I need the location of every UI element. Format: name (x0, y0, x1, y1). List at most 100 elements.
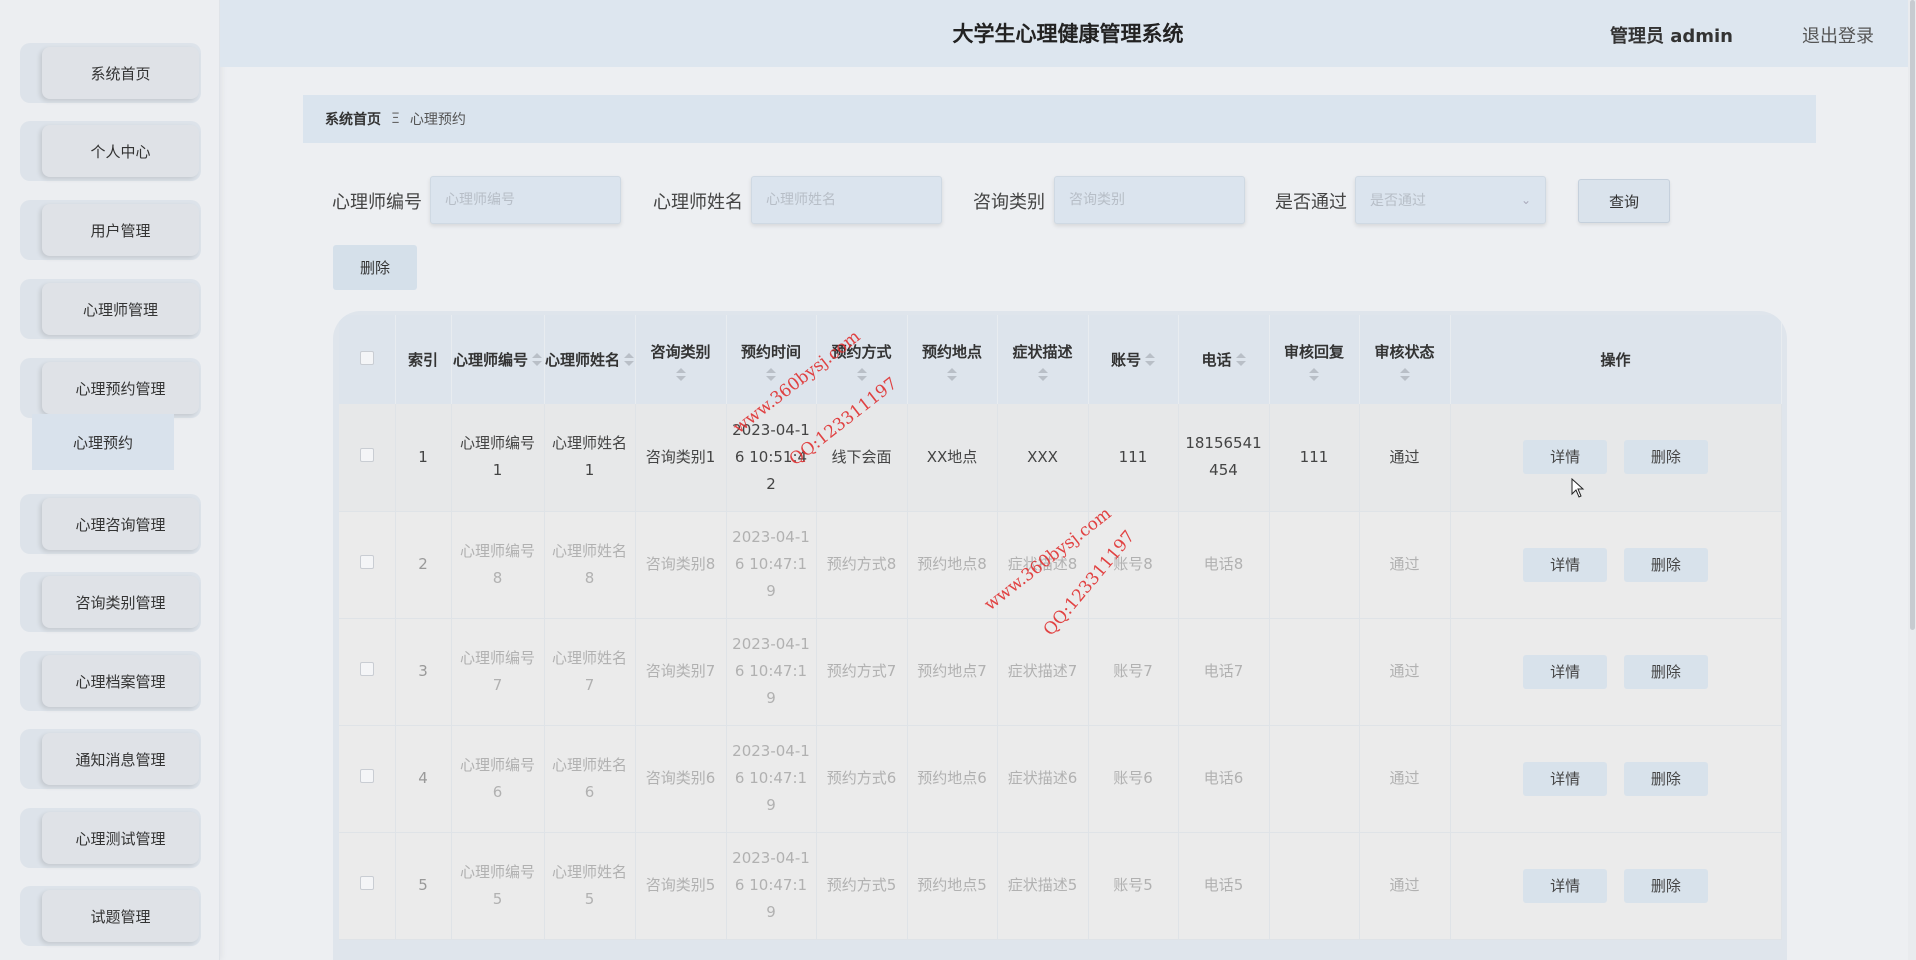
mouse-cursor-icon (1571, 478, 1585, 498)
cell-reply (1269, 618, 1360, 726)
cell-index: 3 (395, 618, 452, 726)
cell-phone: 电话5 (1178, 832, 1270, 940)
select-all-checkbox[interactable] (359, 350, 374, 365)
detail-button[interactable]: 详情 (1523, 654, 1608, 689)
appointment-table: 索引 心理师编号 心理师姓名 咨询类别 预约时间 预约方式 预约地点 症状描述 … (333, 311, 1787, 960)
sidebar-item-label: 咨询类别管理 (42, 576, 199, 628)
delete-button[interactable]: 删除 (1623, 440, 1708, 475)
sidebar-item-question-management[interactable]: 试题管理 (20, 886, 201, 946)
detail-button[interactable]: 详情 (1523, 868, 1608, 903)
select-all-cell[interactable] (339, 315, 396, 404)
sidebar-item-category-management[interactable]: 咨询类别管理 (20, 572, 201, 632)
col-counselor-name[interactable]: 心理师姓名 (544, 315, 636, 404)
col-place[interactable]: 预约地点 (907, 315, 998, 404)
row-checkbox[interactable] (359, 447, 374, 462)
approved-select-placeholder: 是否通过 (1370, 193, 1426, 209)
sidebar-item-consultation-management[interactable]: 心理咨询管理 (20, 494, 201, 554)
detail-button[interactable]: 详情 (1523, 440, 1608, 475)
sidebar-item-label: 通知消息管理 (42, 733, 199, 785)
sidebar-item-label: 心理师管理 (42, 283, 199, 335)
sort-icon[interactable] (766, 367, 776, 383)
detail-button[interactable]: 详情 (1523, 547, 1608, 582)
sidebar-item-counselor-management[interactable]: 心理师管理 (20, 279, 201, 339)
sort-icon[interactable] (947, 367, 957, 383)
sort-icon[interactable] (1145, 352, 1155, 368)
row-checkbox[interactable] (359, 555, 374, 569)
cell-category: 咨询类别1 (635, 404, 727, 512)
sidebar-item-appointment-management[interactable]: 心理预约管理 (20, 358, 201, 418)
row-select[interactable] (339, 404, 396, 512)
row-select[interactable] (339, 832, 396, 940)
scrollbar-thumb[interactable] (1910, 0, 1915, 630)
category-label: 咨询类别 (973, 192, 1045, 213)
sidebar-item-user-management[interactable]: 用户管理 (20, 200, 201, 260)
delete-button[interactable]: 删除 (1623, 654, 1708, 689)
sort-icon[interactable] (675, 367, 686, 383)
sort-icon[interactable] (856, 367, 867, 383)
row-checkbox[interactable] (359, 876, 374, 890)
cell-symptom: 症状描述7 (997, 618, 1089, 726)
cell-status: 通过 (1359, 404, 1451, 512)
sidebar-item-label: 个人中心 (42, 125, 199, 177)
row-checkbox[interactable] (359, 662, 374, 676)
table-header-row: 索引 心理师编号 心理师姓名 咨询类别 预约时间 预约方式 预约地点 症状描述 … (339, 315, 1782, 404)
col-symptom[interactable]: 症状描述 (997, 315, 1089, 404)
admin-label: 管理员 admin (1609, 26, 1733, 47)
sidebar-item-archive-management[interactable]: 心理档案管理 (20, 651, 201, 711)
sort-icon[interactable] (1309, 367, 1319, 383)
delete-button[interactable]: 删除 (1623, 547, 1708, 582)
page-scrollbar[interactable] (1908, 0, 1916, 960)
sidebar-item-personal-center[interactable]: 个人中心 (20, 121, 201, 181)
detail-button[interactable]: 详情 (1523, 761, 1608, 796)
col-counselor-code[interactable]: 心理师编号 (451, 315, 545, 404)
cell-status: 通过 (1359, 618, 1451, 726)
cell-place: 预约地点6 (907, 725, 998, 833)
delete-button[interactable]: 删除 (1623, 868, 1708, 903)
batch-delete-button[interactable]: 删除 (333, 245, 417, 290)
col-actions: 操作 (1450, 315, 1782, 404)
category-input[interactable] (1054, 176, 1245, 224)
approved-select[interactable]: 是否通过 ⌄ (1355, 176, 1546, 224)
col-label: 电话 (1201, 350, 1232, 369)
cell-place: 预约地点7 (907, 618, 998, 726)
delete-button[interactable]: 删除 (1623, 761, 1708, 796)
row-select[interactable] (339, 725, 396, 833)
sort-icon[interactable] (624, 352, 634, 368)
cell-phone: 18156541454 (1178, 404, 1270, 512)
counselor-name-input[interactable] (751, 176, 942, 224)
cell-account: 账号6 (1088, 725, 1179, 833)
sort-icon[interactable] (1037, 367, 1048, 383)
query-button[interactable]: 查询 (1578, 179, 1670, 223)
cell-code: 心理师编号1 (451, 404, 545, 512)
col-label: 心理师姓名 (544, 350, 620, 369)
sidebar-item-test-management[interactable]: 心理测试管理 (20, 808, 201, 868)
sidebar-item-home[interactable]: 系统首页 (20, 43, 201, 103)
row-checkbox[interactable] (359, 769, 374, 783)
col-account[interactable]: 账号 (1088, 315, 1179, 404)
logout-link[interactable]: 退出登录 (1802, 22, 1874, 48)
sidebar-subitem-appointment[interactable]: 心理预约 (32, 414, 174, 470)
table-row: 1 心理师编号1 心理师姓名1 咨询类别1 2023-04-16 10:51:4… (339, 404, 1782, 512)
col-label: 审核状态 (1374, 342, 1435, 361)
sidebar-item-notice-management[interactable]: 通知消息管理 (20, 729, 201, 789)
sort-icon[interactable] (1235, 352, 1246, 368)
col-status[interactable]: 审核状态 (1359, 315, 1451, 404)
cell-code: 心理师编号5 (451, 832, 545, 940)
cell-name: 心理师姓名5 (544, 832, 636, 940)
cell-time: 2023-04-16 10:47:19 (726, 725, 817, 833)
cell-status: 通过 (1359, 511, 1451, 619)
counselor-code-input[interactable] (430, 176, 621, 224)
breadcrumb-home[interactable]: 系统首页 (325, 109, 381, 129)
row-select[interactable] (339, 618, 396, 726)
row-select[interactable] (339, 511, 396, 619)
col-reply[interactable]: 审核回复 (1269, 315, 1360, 404)
cell-category: 咨询类别8 (635, 511, 727, 619)
sort-icon[interactable] (532, 352, 542, 368)
cell-time: 2023-04-16 10:47:19 (726, 618, 817, 726)
sort-icon[interactable] (1399, 367, 1410, 383)
cell-phone: 电话6 (1178, 725, 1270, 833)
cell-actions: 详情 删除 (1450, 404, 1782, 512)
col-phone[interactable]: 电话 (1178, 315, 1270, 404)
cell-reply (1269, 511, 1360, 619)
col-category[interactable]: 咨询类别 (635, 315, 727, 404)
